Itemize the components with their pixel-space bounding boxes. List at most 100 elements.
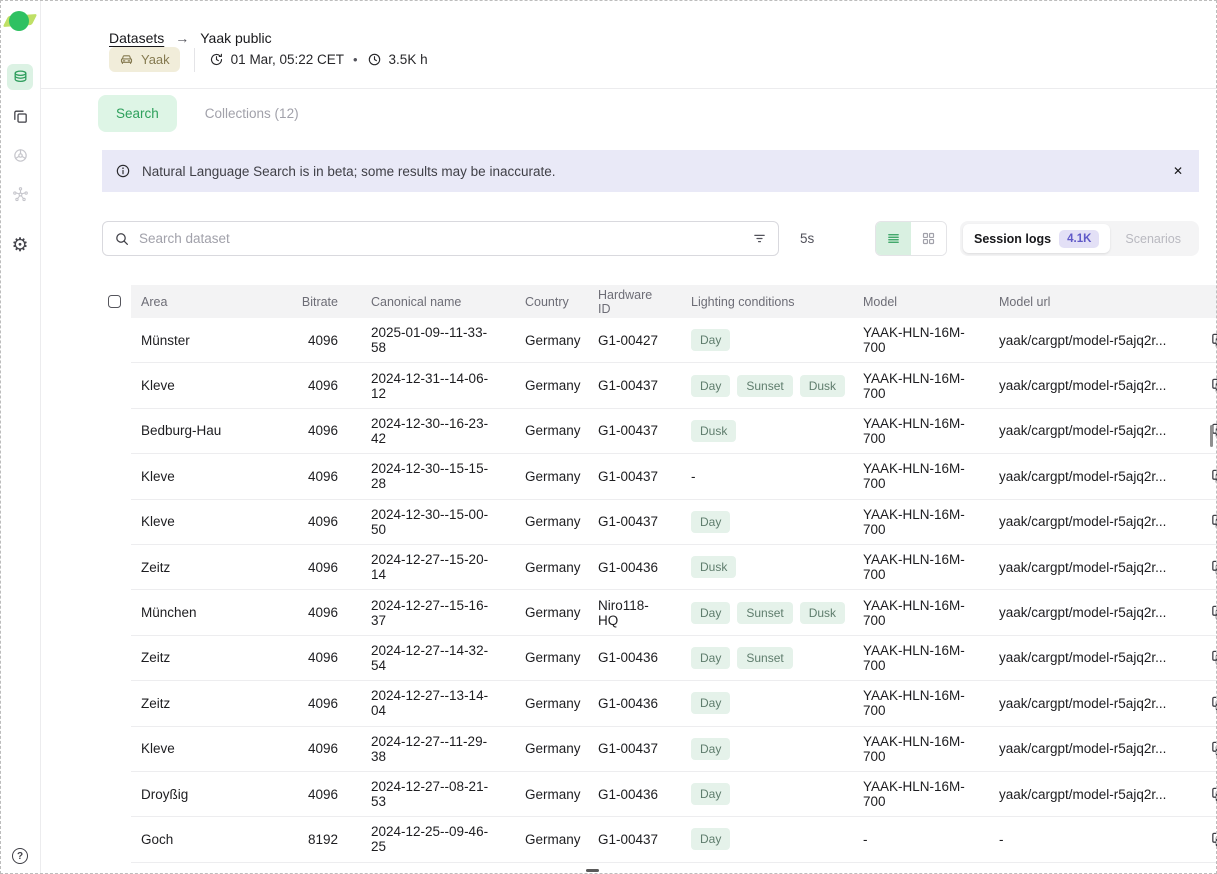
copy-model-url-button[interactable] (1208, 602, 1217, 623)
vertical-scrollbar-thumb[interactable] (1210, 425, 1213, 447)
sidebar-item-collections[interactable] (7, 103, 33, 129)
cell-lighting-conditions: Dusk (667, 556, 839, 578)
copy-model-url-button[interactable] (1208, 647, 1217, 668)
cell-model-url: yaak/cargpt/model-r5ajq2r... (975, 560, 1196, 575)
copy-model-url-button[interactable] (1208, 693, 1217, 714)
cell-country: Germany (501, 741, 574, 756)
cell-model-url: yaak/cargpt/model-r5ajq2r... (975, 423, 1196, 438)
cell-lighting-conditions: Day (667, 738, 839, 760)
copy-icon (1210, 513, 1217, 530)
copy-model-url-button[interactable] (1208, 557, 1217, 578)
cell-bitrate: 4096 (251, 605, 347, 620)
table-row[interactable]: München 4096 2024-12-27--15-16-37 German… (102, 590, 1199, 635)
list-view-button[interactable] (876, 222, 911, 255)
copy-model-url-button[interactable] (1208, 784, 1217, 805)
cell-lighting-conditions: Day (667, 329, 839, 351)
lighting-badge: Day (691, 738, 730, 760)
sidebar-item-settings[interactable]: ⚙ (7, 232, 33, 258)
app-logo[interactable] (6, 10, 34, 32)
copy-model-url-button[interactable] (1208, 738, 1217, 759)
table-row[interactable]: Kleve 4096 2024-12-31--14-06-12 Germany … (102, 363, 1199, 408)
cell-model: YAAK-HLN-16M-700 (839, 734, 975, 764)
cell-canonical-name: 2024-12-27--08-21-53 (347, 779, 501, 809)
table-row[interactable]: Goch 8192 2024-12-25--09-46-25 Germany G… (102, 817, 1199, 862)
cell-bitrate: 8192 (251, 832, 347, 847)
select-all-checkbox[interactable] (108, 295, 121, 308)
help-button[interactable]: ? (12, 848, 28, 864)
cell-bitrate: 4096 (251, 469, 347, 484)
history-clock-icon (209, 52, 224, 67)
grid-view-icon (921, 231, 936, 246)
horizontal-scrollbar-thumb[interactable] (586, 869, 599, 872)
cell-country: Germany (501, 605, 574, 620)
network-nodes-icon (12, 186, 29, 203)
grid-view-button[interactable] (911, 222, 946, 255)
sidebar-item-datasets[interactable] (7, 64, 33, 90)
copy-model-url-button[interactable] (1208, 375, 1217, 396)
sidebar: ⚙ ? (0, 0, 41, 874)
cell-country: Germany (501, 514, 574, 529)
cell-area: Droyßig (131, 787, 251, 802)
copy-icon (1210, 786, 1217, 803)
cell-country: Germany (501, 560, 574, 575)
session-logs-segment[interactable]: Session logs 4.1K (963, 224, 1110, 253)
banner-close-icon[interactable]: ✕ (1173, 165, 1183, 177)
table-row[interactable]: Kleve 4096 2024-12-27--11-29-38 Germany … (102, 727, 1199, 772)
copy-model-url-button[interactable] (1208, 330, 1217, 351)
table-row[interactable]: Zeitz 4096 2024-12-27--15-20-14 Germany … (102, 545, 1199, 590)
breadcrumb: Datasets → Yaak public (41, 0, 1217, 46)
table-body: Münster 4096 2025-01-09--11-33-58 German… (41, 318, 1217, 863)
meta-divider (194, 48, 195, 72)
cell-canonical-name: 2024-12-27--13-14-04 (347, 688, 501, 718)
tab-collections[interactable]: Collections (12) (187, 95, 317, 132)
table-header-row: Area Bitrate Canonical name Country Hard… (102, 285, 1199, 318)
lighting-badge: Dusk (691, 420, 736, 442)
cell-bitrate: 4096 (251, 696, 347, 711)
beta-banner: Natural Language Search is in beta; some… (102, 150, 1199, 192)
cell-canonical-name: 2024-12-27--15-16-37 (347, 598, 501, 628)
tab-search[interactable]: Search (98, 95, 177, 132)
cell-lighting-conditions: DaySunset (667, 647, 839, 669)
cell-model-url: yaak/cargpt/model-r5ajq2r... (975, 650, 1196, 665)
table-row[interactable]: Zeitz 4096 2024-12-27--14-32-54 Germany … (102, 636, 1199, 681)
cell-area: Zeitz (131, 560, 251, 575)
cell-bitrate: 4096 (251, 514, 347, 529)
column-header-model-url: Model url (975, 295, 1196, 309)
table-row[interactable]: Droyßig 4096 2024-12-27--08-21-53 German… (102, 772, 1199, 817)
table-row[interactable]: Münster 4096 2025-01-09--11-33-58 German… (102, 318, 1199, 363)
cell-canonical-name: 2024-12-25--09-46-25 (347, 824, 501, 854)
cell-country: Germany (501, 378, 574, 393)
sidebar-item-drive[interactable] (7, 142, 33, 168)
cell-model: YAAK-HLN-16M-700 (839, 325, 975, 355)
clock-icon (367, 52, 382, 67)
table-row[interactable]: Zeitz 4096 2024-12-27--13-14-04 Germany … (102, 681, 1199, 726)
breadcrumb-datasets-link[interactable]: Datasets (109, 30, 164, 46)
table-row[interactable]: Bedburg-Hau 4096 2024-12-30--16-23-42 Ge… (102, 409, 1199, 454)
cell-model: YAAK-HLN-16M-700 (839, 598, 975, 628)
cell-country: Germany (501, 696, 574, 711)
copy-model-url-button[interactable] (1208, 466, 1217, 487)
sidebar-item-graph[interactable] (7, 181, 33, 207)
scenarios-segment[interactable]: Scenarios (1110, 224, 1196, 253)
lighting-badge: Sunset (737, 375, 792, 397)
column-header-canonical-name: Canonical name (347, 295, 501, 309)
cell-hardware-id: G1-00427 (574, 333, 667, 348)
cell-lighting-conditions: Day (667, 511, 839, 533)
info-icon (115, 163, 131, 179)
cell-model-url: yaak/cargpt/model-r5ajq2r... (975, 605, 1196, 620)
query-time: 5s (800, 231, 814, 246)
lighting-badge: Day (691, 602, 730, 624)
filter-icon[interactable] (752, 231, 767, 246)
table-row[interactable]: Kleve 4096 2024-12-30--15-15-28 Germany … (102, 454, 1199, 499)
total-hours: 3.5K h (367, 52, 428, 67)
cell-model-url: yaak/cargpt/model-r5ajq2r... (975, 333, 1196, 348)
cell-area: Goch (131, 832, 251, 847)
cell-model: YAAK-HLN-16M-700 (839, 371, 975, 401)
search-input[interactable] (139, 231, 752, 246)
table-row[interactable]: Kleve 4096 2024-12-30--15-00-50 Germany … (102, 500, 1199, 545)
column-header-lighting-conditions: Lighting conditions (667, 295, 839, 309)
copy-model-url-button[interactable] (1208, 829, 1217, 850)
cell-model: YAAK-HLN-16M-700 (839, 461, 975, 491)
cell-hardware-id: G1-00437 (574, 423, 667, 438)
copy-model-url-button[interactable] (1208, 511, 1217, 532)
